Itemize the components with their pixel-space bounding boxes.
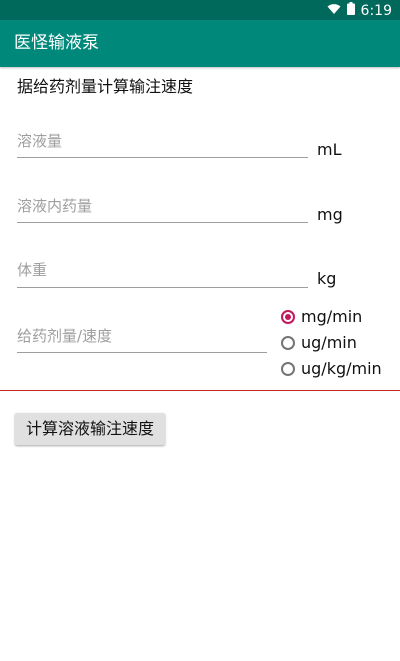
dose-rate-input[interactable]: 给药剂量/速度 xyxy=(17,327,267,353)
radio-label: ug/kg/min xyxy=(301,359,382,378)
radio-ug-min[interactable]: ug/min xyxy=(281,332,357,354)
battery-icon xyxy=(346,2,355,19)
dose-rate-hint: 给药剂量/速度 xyxy=(17,327,113,345)
solution-volume-unit: mL xyxy=(317,140,342,159)
radio-label: ug/min xyxy=(301,333,357,352)
input-underline xyxy=(17,157,308,158)
wifi-icon xyxy=(327,3,341,19)
radio-ug-kg-min[interactable]: ug/kg/min xyxy=(281,358,382,380)
input-underline xyxy=(17,222,308,223)
calculate-button[interactable]: 计算溶液输注速度 xyxy=(15,413,165,445)
drug-amount-input[interactable]: 溶液内药量 xyxy=(17,197,308,223)
radio-checked-icon xyxy=(281,310,295,324)
body-weight-unit: kg xyxy=(317,269,337,288)
solution-volume-hint: 溶液量 xyxy=(17,132,63,150)
app-bar: 医怪输液泵 xyxy=(0,20,400,67)
divider xyxy=(0,390,400,391)
status-icons: 6:19 xyxy=(327,2,392,19)
status-bar: 6:19 xyxy=(0,0,400,20)
input-underline xyxy=(17,352,267,353)
drug-amount-unit: mg xyxy=(317,205,343,224)
body-weight-input[interactable]: 体重 xyxy=(17,261,308,288)
radio-label: mg/min xyxy=(301,307,363,326)
radio-unchecked-icon xyxy=(281,336,295,350)
input-underline xyxy=(17,287,308,288)
section-title: 据给药剂量计算输注速度 xyxy=(17,77,194,96)
radio-mg-min[interactable]: mg/min xyxy=(281,306,362,328)
app-title: 医怪输液泵 xyxy=(14,33,99,53)
solution-volume-input[interactable]: 溶液量 xyxy=(17,132,308,158)
body-weight-hint: 体重 xyxy=(17,261,48,279)
drug-amount-hint: 溶液内药量 xyxy=(17,197,93,215)
status-time: 6:19 xyxy=(360,2,392,19)
radio-unchecked-icon xyxy=(281,362,295,376)
